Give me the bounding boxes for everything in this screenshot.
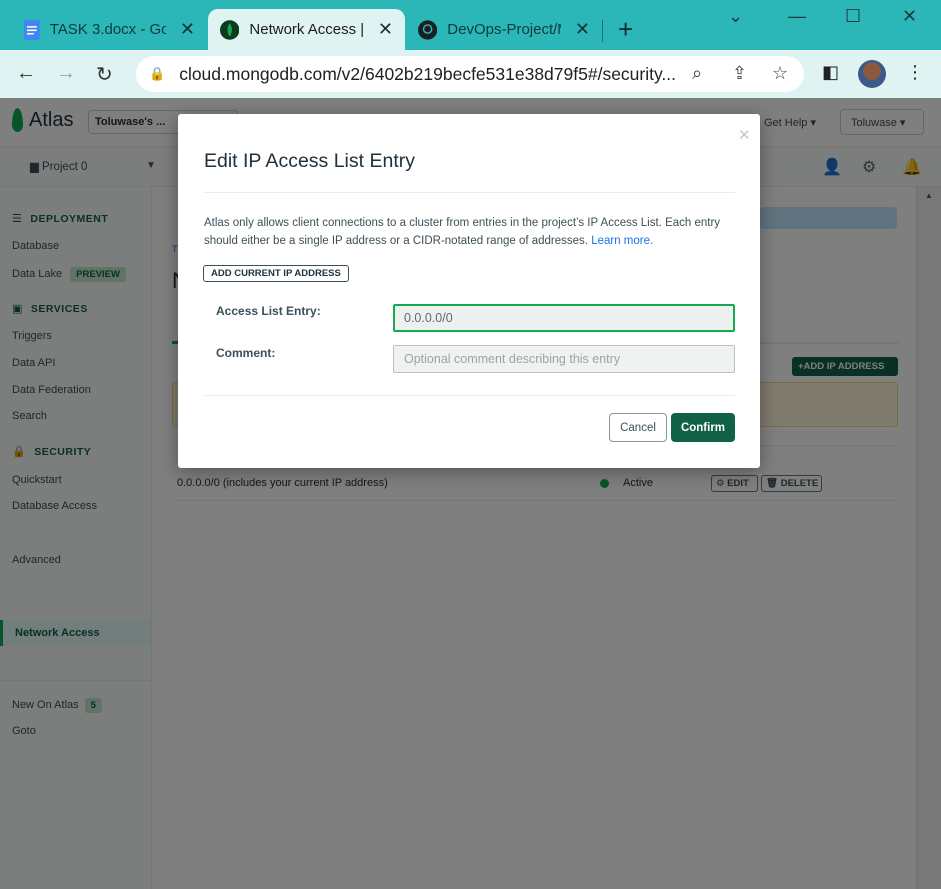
- modal-divider: [204, 192, 735, 193]
- close-icon[interactable]: ✕: [180, 19, 195, 40]
- close-icon[interactable]: ✕: [575, 19, 590, 40]
- mongodb-leaf-icon: [220, 19, 240, 40]
- comment-input[interactable]: [393, 345, 735, 373]
- forward-icon[interactable]: →: [56, 62, 76, 85]
- zoom-icon[interactable]: ⌕: [692, 63, 702, 84]
- bookmark-star-icon[interactable]: ☆: [772, 63, 788, 84]
- tab-title: TASK 3.docx - Goo: [49, 21, 166, 38]
- minimize-icon[interactable]: —: [788, 6, 806, 27]
- close-icon[interactable]: ✕: [738, 126, 751, 144]
- close-icon[interactable]: ✕: [378, 19, 393, 40]
- browser-tab-github[interactable]: DevOps-Project/M ✕: [406, 9, 602, 50]
- share-icon[interactable]: ⇪: [732, 63, 747, 84]
- tab-title: DevOps-Project/M: [447, 21, 561, 38]
- confirm-button[interactable]: Confirm: [671, 413, 735, 442]
- maximize-icon[interactable]: ☐: [845, 6, 861, 27]
- cancel-button[interactable]: Cancel: [609, 413, 667, 442]
- back-icon[interactable]: ←: [16, 62, 36, 85]
- modal-title: Edit IP Access List Entry: [204, 150, 415, 172]
- browser-tab-strip: TASK 3.docx - Goo ✕ Network Access | ✕ D…: [0, 0, 941, 50]
- modal-divider: [204, 395, 735, 396]
- tab-search-icon[interactable]: ⌄: [728, 6, 743, 27]
- learn-more-link[interactable]: Learn more.: [591, 235, 653, 247]
- window-close-icon[interactable]: ✕: [902, 6, 917, 27]
- access-list-entry-input[interactable]: [393, 304, 735, 332]
- github-icon: [418, 19, 438, 40]
- google-docs-icon: [24, 19, 40, 40]
- side-panel-icon[interactable]: ◧: [822, 62, 839, 83]
- new-tab-icon[interactable]: +: [618, 14, 633, 45]
- modal-description: Atlas only allows client connections to …: [204, 215, 735, 250]
- profile-avatar[interactable]: [858, 60, 886, 88]
- tab-separator: [602, 20, 603, 42]
- url-text[interactable]: cloud.mongodb.com/v2/6402b219becfe531e38…: [179, 64, 684, 85]
- address-bar[interactable]: 🔒 cloud.mongodb.com/v2/6402b219becfe531e…: [136, 56, 804, 92]
- lock-icon[interactable]: 🔒: [149, 66, 165, 82]
- access-list-entry-label: Access List Entry:: [216, 304, 321, 318]
- browser-tab-network-access[interactable]: Network Access | ✕: [208, 9, 405, 50]
- add-current-ip-button[interactable]: ADD CURRENT IP ADDRESS: [203, 265, 349, 282]
- edit-ip-access-modal: ✕ Edit IP Access List Entry Atlas only a…: [178, 114, 760, 468]
- tab-title: Network Access |: [249, 21, 364, 38]
- browser-tab-docs[interactable]: TASK 3.docx - Goo ✕: [12, 9, 207, 50]
- browser-toolbar: ← → ↻ 🔒 cloud.mongodb.com/v2/6402b219bec…: [0, 50, 941, 98]
- comment-label: Comment:: [216, 346, 276, 360]
- reload-icon[interactable]: ↻: [96, 62, 113, 87]
- browser-menu-icon[interactable]: ⋮: [906, 62, 924, 83]
